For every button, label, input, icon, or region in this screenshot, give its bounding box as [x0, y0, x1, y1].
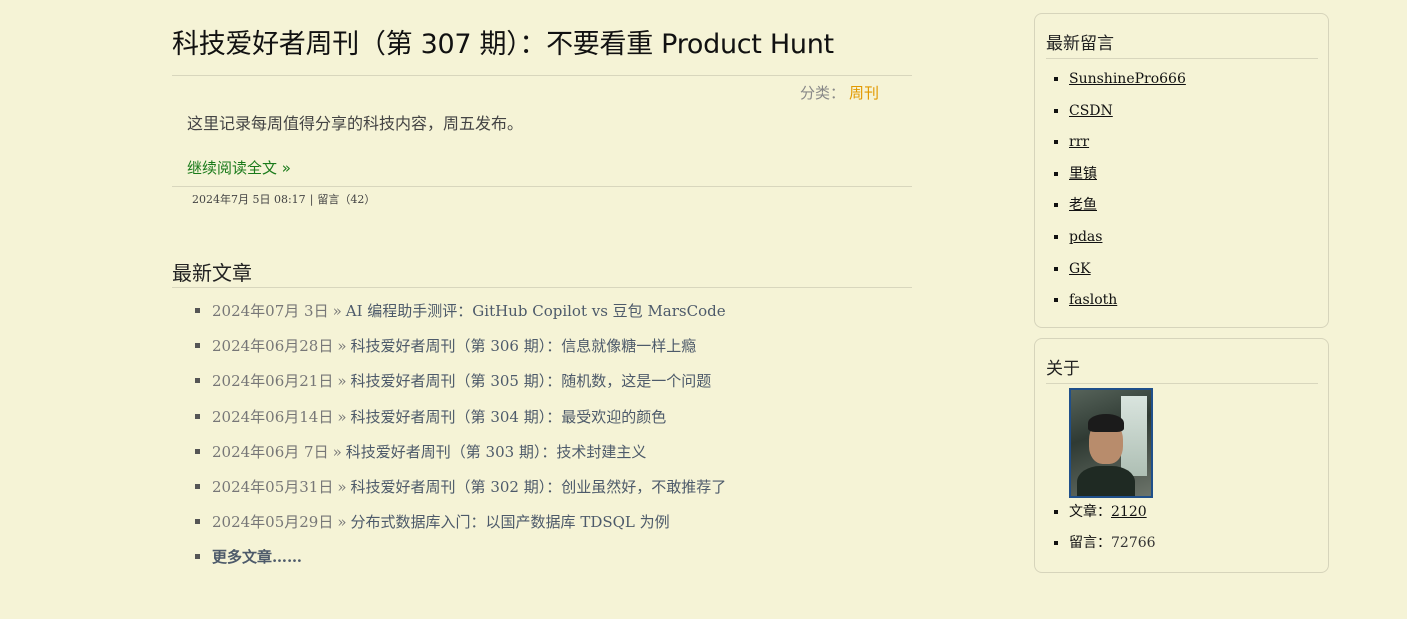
commenter-link[interactable]: pdas [1069, 229, 1102, 245]
list-item: 2024年06月 7日» 科技爱好者周刊（第 303 期）：技术封建主义 [194, 437, 912, 472]
stat-label: 留言： [1069, 535, 1111, 551]
recent-comments-widget: 最新留言 SunshinePro666 CSDN rrr 里镇 老鱼 pdas … [1034, 13, 1329, 328]
list-item: 2024年05月29日» 分布式数据库入门：以国产数据库 TDSQL 为例 [194, 507, 912, 542]
list-item: 老鱼 [1054, 191, 1328, 223]
about-title: 关于 [1046, 339, 1318, 384]
list-item: GK [1054, 255, 1328, 287]
list-item: pdas [1054, 223, 1328, 255]
article-link[interactable]: 科技爱好者周刊（第 304 期）：最受欢迎的颜色 [351, 408, 667, 426]
arrow-icon: » [337, 337, 347, 356]
stat-comments: 留言：72766 [1054, 529, 1328, 560]
commenter-link[interactable]: SunshinePro666 [1069, 71, 1186, 87]
post-excerpt: 这里记录每周值得分享的科技内容，周五发布。 [187, 114, 524, 133]
list-item: 2024年06月28日» 科技爱好者周刊（第 306 期）：信息就像糖一样上瘾 [194, 331, 912, 366]
commenter-link[interactable]: rrr [1069, 134, 1089, 150]
post-title[interactable]: 科技爱好者周刊（第 307 期）：不要看重 Product Hunt [172, 0, 912, 76]
article-date: 2024年05月31日 [212, 477, 334, 496]
list-item: rrr [1054, 128, 1328, 160]
article-link[interactable]: 科技爱好者周刊（第 303 期）：技术封建主义 [346, 443, 647, 461]
latest-articles-title: 最新文章 [172, 259, 912, 288]
post-date: 2024年7月 5日 08:17 [192, 193, 306, 206]
meta-separator: | [309, 193, 314, 206]
about-stats: 文章：2120 留言：72766 [1035, 498, 1328, 560]
article-date: 2024年06月21日 [212, 372, 334, 391]
article-date: 2024年06月14日 [212, 407, 334, 426]
page: 科技爱好者周刊（第 307 期）：不要看重 Product Hunt 分类： 周刊… [0, 0, 1407, 619]
recent-comments-title: 最新留言 [1046, 14, 1318, 59]
stat-label: 文章： [1069, 504, 1111, 520]
arrow-icon: » [332, 302, 342, 320]
article-date: 2024年06月28日 [212, 337, 334, 356]
article-date: 2024年07月 3日 [212, 302, 329, 320]
about-widget: 关于 文章：2120 留言：72766 [1034, 338, 1329, 573]
commenter-link[interactable]: 里镇 [1069, 166, 1097, 182]
recent-comments-list: SunshinePro666 CSDN rrr 里镇 老鱼 pdas GK fa… [1035, 65, 1328, 318]
arrow-icon: » [337, 513, 347, 532]
list-item: 2024年06月14日» 科技爱好者周刊（第 304 期）：最受欢迎的颜色 [194, 402, 912, 437]
article-link[interactable]: 科技爱好者周刊（第 305 期）：随机数，这是一个问题 [351, 372, 712, 390]
article-link[interactable]: 科技爱好者周刊（第 306 期）：信息就像糖一样上瘾 [351, 337, 697, 355]
category-link[interactable]: 周刊 [849, 84, 879, 102]
list-item: 2024年06月21日» 科技爱好者周刊（第 305 期）：随机数，这是一个问题 [194, 366, 912, 401]
arrow-icon: » [337, 407, 347, 426]
post-category: 分类： 周刊 [172, 82, 912, 104]
post-meta: 2024年7月 5日 08:17 | 留言（42） [172, 186, 912, 213]
comments-link[interactable]: 留言（42） [317, 193, 375, 206]
main-column: 科技爱好者周刊（第 307 期）：不要看重 Product Hunt 分类： 周刊… [172, 0, 912, 578]
read-more: 继续阅读全文 » [187, 158, 912, 178]
commenter-link[interactable]: CSDN [1069, 103, 1113, 119]
article-link[interactable]: AI 编程助手测评：GitHub Copilot vs 豆包 MarsCode [346, 302, 726, 320]
list-item: SunshinePro666 [1054, 65, 1328, 97]
commenter-link[interactable]: 老鱼 [1069, 197, 1097, 213]
avatar-window [1121, 396, 1147, 476]
list-item: 2024年05月31日» 科技爱好者周刊（第 302 期）：创业虽然好，不敢推荐了 [194, 472, 912, 507]
commenter-link[interactable]: GK [1069, 261, 1091, 277]
read-more-link[interactable]: 继续阅读全文 » [187, 159, 291, 177]
arrow-icon: » [332, 442, 342, 461]
more-articles-link[interactable]: 更多文章…… [212, 548, 302, 566]
latest-articles-list: 2024年07月 3日» AI 编程助手测评：GitHub Copilot vs … [194, 296, 912, 578]
arrow-icon: » [337, 477, 347, 496]
article-date: 2024年05月29日 [212, 513, 334, 532]
list-item: 里镇 [1054, 160, 1328, 192]
stat-articles: 文章：2120 [1054, 498, 1328, 529]
commenter-link[interactable]: fasloth [1069, 292, 1117, 308]
articles-count-link[interactable]: 2120 [1111, 504, 1147, 520]
article-link[interactable]: 分布式数据库入门：以国产数据库 TDSQL 为例 [351, 513, 670, 531]
arrow-icon: » [337, 372, 347, 391]
category-label: 分类： [799, 84, 845, 102]
avatar-hair [1088, 414, 1124, 432]
author-avatar[interactable] [1069, 388, 1153, 498]
comments-count: 72766 [1111, 535, 1156, 551]
article-link[interactable]: 科技爱好者周刊（第 302 期）：创业虽然好，不敢推荐了 [351, 478, 727, 496]
avatar-body [1077, 466, 1135, 496]
list-item-more: 更多文章…… [194, 542, 912, 577]
list-item: fasloth [1054, 286, 1328, 318]
list-item: CSDN [1054, 97, 1328, 129]
list-item: 2024年07月 3日» AI 编程助手测评：GitHub Copilot vs … [194, 296, 912, 331]
article-date: 2024年06月 7日 [212, 442, 329, 461]
